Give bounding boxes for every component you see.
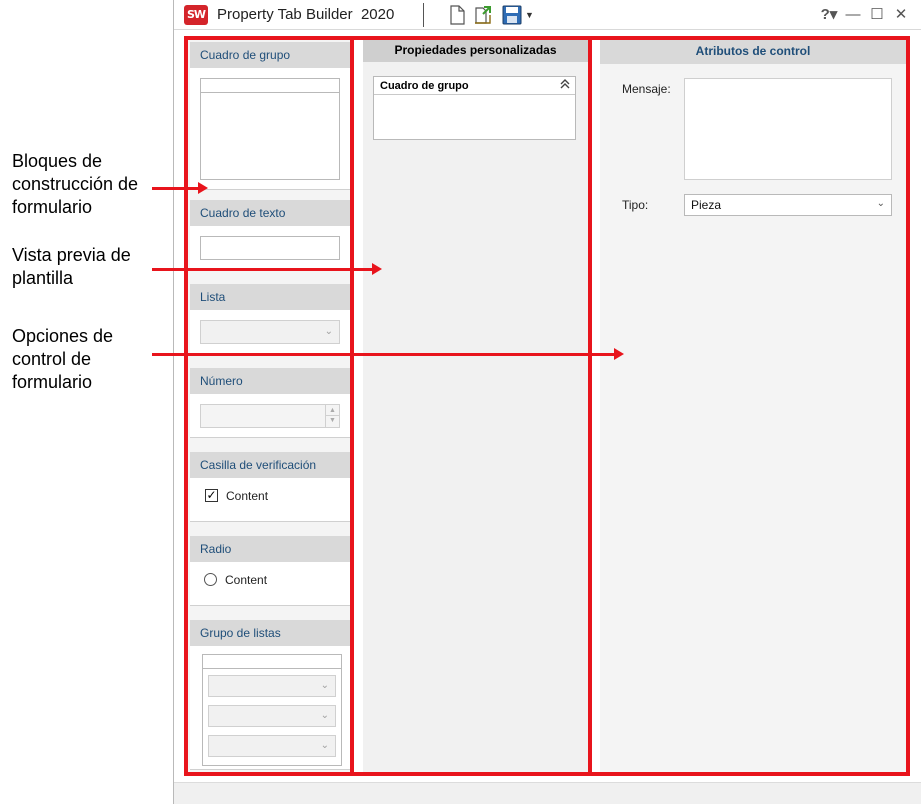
- annotation-line-text: formulario: [12, 197, 93, 217]
- annotation-building-blocks: Bloques de construcción de formulario: [12, 150, 138, 219]
- solidworks-logo-icon: SW: [184, 5, 208, 25]
- highlight-building-blocks: [184, 36, 354, 776]
- open-folder-icon[interactable]: [472, 4, 494, 26]
- arrow-building-blocks: [152, 187, 198, 190]
- annotation-line-text: plantilla: [12, 268, 74, 288]
- annotation-line-text: construcción de: [12, 174, 139, 194]
- help-icon[interactable]: ?▾: [818, 4, 840, 26]
- annotation-control-options: Opciones de control de formulario: [12, 325, 113, 394]
- annotation-line-text: Vista previa de: [12, 245, 131, 265]
- arrow-template-preview: [152, 268, 372, 271]
- annotation-line-text: Opciones de: [12, 326, 114, 346]
- dropdown-arrow-icon[interactable]: ▼: [525, 4, 535, 26]
- status-bar: [174, 782, 921, 804]
- app-window: SW Property Tab Builder 2020 ▼ ?▾ — ☐ ✕ …: [173, 0, 921, 804]
- toolbar-separator: [423, 3, 424, 27]
- app-title: Property Tab Builder 2020: [217, 6, 395, 23]
- annotation-line-text: Bloques de: [12, 151, 103, 171]
- close-icon[interactable]: ✕: [892, 4, 910, 26]
- arrow-control-options: [152, 353, 614, 356]
- arrow-head-icon: [614, 348, 624, 360]
- highlight-template-preview: [350, 36, 592, 776]
- maximize-icon[interactable]: ☐: [868, 4, 886, 26]
- minimize-icon[interactable]: —: [844, 4, 862, 26]
- title-bar: SW Property Tab Builder 2020 ▼ ?▾ — ☐ ✕: [174, 0, 921, 30]
- annotation-template-preview: Vista previa de plantilla: [12, 244, 131, 290]
- builder-content: Cuadro de grupo Cuadro de texto Lista ⌄ …: [174, 30, 921, 782]
- arrow-head-icon: [372, 263, 382, 275]
- save-icon[interactable]: [501, 4, 523, 26]
- screenshot-root: Bloques de construcción de formulario Vi…: [0, 0, 921, 804]
- arrow-head-icon: [198, 182, 208, 194]
- highlight-control-options: [588, 36, 910, 776]
- annotation-line-text: formulario: [12, 372, 93, 392]
- new-document-icon[interactable]: [446, 4, 468, 26]
- annotation-line-text: control de: [12, 349, 92, 369]
